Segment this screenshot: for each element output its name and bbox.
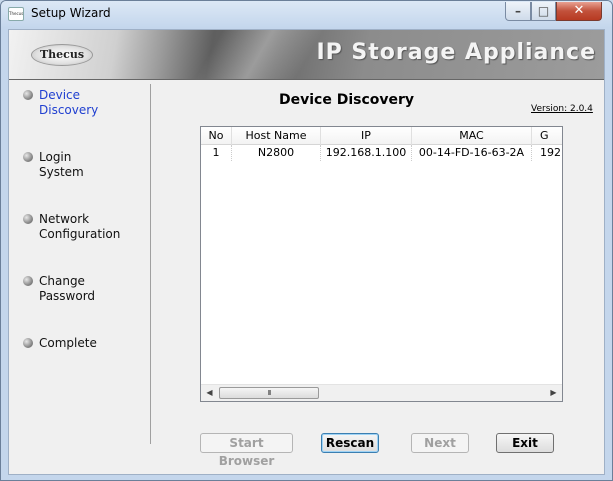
scroll-right-icon[interactable]: ▶ <box>545 385 562 401</box>
step-label-line2: Configuration <box>39 227 121 241</box>
step-bullet-icon <box>23 276 33 286</box>
step-label-line1: Change <box>39 274 85 288</box>
column-header-host-name[interactable]: Host Name <box>232 127 321 145</box>
step-bullet-icon <box>23 214 33 224</box>
cell-mac: 00-14-FD-16-63-2A <box>412 145 532 161</box>
exit-button[interactable]: Exit <box>496 433 554 453</box>
page-title: Device Discovery <box>279 92 415 108</box>
scroll-thumb[interactable]: III <box>219 387 319 399</box>
step-bullet-icon <box>23 90 33 100</box>
step-label-line1: Network <box>39 212 90 226</box>
wizard-client-area: Thecus IP Storage Appliance Device Disco… <box>8 29 605 475</box>
step-label-line2: Password <box>39 289 96 303</box>
rescan-button[interactable]: Rescan <box>321 433 379 453</box>
scroll-left-icon[interactable]: ◀ <box>201 385 218 401</box>
step-network-configuration[interactable]: Network Configuration <box>23 212 149 242</box>
maximize-icon: □ <box>537 4 550 18</box>
cell-ip: 192.168.1.100 <box>321 145 412 161</box>
cell-gateway: 192 <box>532 145 562 161</box>
step-label-line1: Device <box>39 88 81 102</box>
step-device-discovery[interactable]: Device Discovery <box>23 88 149 118</box>
horizontal-scrollbar[interactable]: ◀ III ▶ <box>201 384 562 401</box>
cell-host-name: N2800 <box>232 145 321 161</box>
sidebar-divider <box>150 84 151 444</box>
next-button[interactable]: Next <box>411 433 469 453</box>
device-list[interactable]: No Host Name IP MAC G 1 N2800 192.168.1.… <box>200 126 563 402</box>
column-header-mac[interactable]: MAC <box>412 127 532 145</box>
cell-no: 1 <box>201 145 232 161</box>
step-bullet-icon <box>23 152 33 162</box>
step-complete[interactable]: Complete <box>23 336 149 351</box>
step-label-line1: Login <box>39 150 72 164</box>
thecus-app-icon: Thecus <box>8 7 24 21</box>
header-banner: Thecus IP Storage Appliance <box>9 30 604 80</box>
step-label-line2: Discovery <box>39 103 99 117</box>
thecus-logo: Thecus <box>31 44 93 66</box>
minimize-button[interactable]: – <box>505 2 531 21</box>
start-browser-button[interactable]: Start Browser <box>200 433 293 468</box>
setup-wizard-window: Thecus Setup Wizard – □ ✕ Thecus IP Stor… <box>0 0 613 481</box>
column-header-gateway[interactable]: G <box>532 127 562 145</box>
window-title: Setup Wizard <box>31 6 111 20</box>
step-change-password[interactable]: Change Password <box>23 274 149 304</box>
maximize-button[interactable]: □ <box>531 2 556 21</box>
version-label: Version: 2.0.4 <box>531 104 593 114</box>
table-row[interactable]: 1 N2800 192.168.1.100 00-14-FD-16-63-2A … <box>201 145 562 161</box>
device-list-header: No Host Name IP MAC G <box>201 127 562 145</box>
minimize-icon: – <box>515 4 521 18</box>
column-header-no[interactable]: No <box>201 127 232 145</box>
close-button[interactable]: ✕ <box>556 2 602 21</box>
title-bar[interactable]: Thecus Setup Wizard – □ ✕ <box>1 1 612 28</box>
step-label-line1: Complete <box>39 336 97 350</box>
close-icon: ✕ <box>573 3 585 18</box>
step-login-system[interactable]: Login System <box>23 150 149 180</box>
banner-title: IP Storage Appliance <box>316 40 596 65</box>
step-bullet-icon <box>23 338 33 348</box>
column-header-ip[interactable]: IP <box>321 127 412 145</box>
wizard-steps-sidebar: Device Discovery Login System Network Co… <box>9 81 151 474</box>
step-label-line2: System <box>39 165 84 179</box>
